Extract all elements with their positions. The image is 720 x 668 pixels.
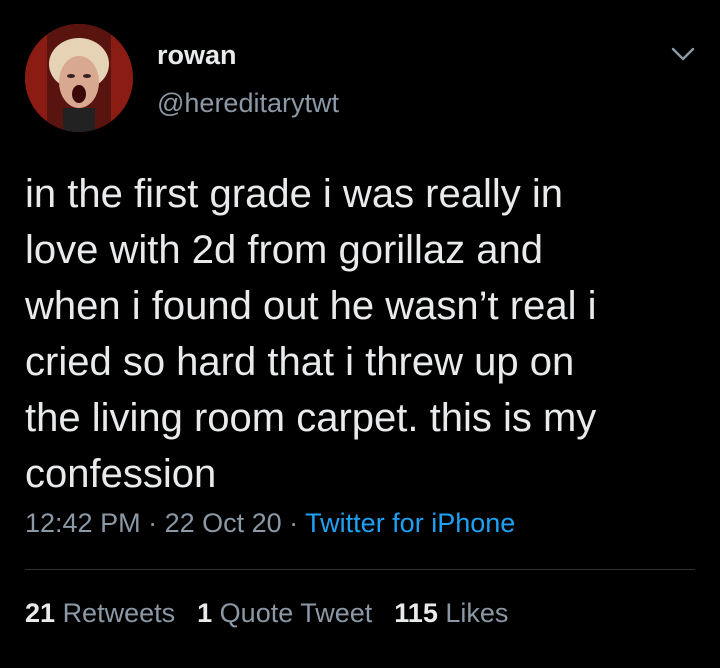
- avatar[interactable]: [25, 24, 133, 132]
- display-name[interactable]: rowan: [157, 40, 237, 71]
- tweet-source-link[interactable]: Twitter for iPhone: [305, 508, 515, 538]
- avatar-image: [25, 24, 133, 132]
- quotes-count: 1: [197, 598, 213, 628]
- quote-tweets-stat[interactable]: 1 Quote Tweet: [197, 598, 372, 628]
- likes-count: 115: [394, 598, 438, 628]
- tweet-time[interactable]: 12:42 PM: [25, 508, 141, 538]
- retweets-label: Retweets: [62, 598, 176, 628]
- meta-separator: ·: [140, 508, 165, 538]
- meta-separator: ·: [281, 508, 306, 538]
- user-handle[interactable]: @hereditarytwt: [157, 88, 339, 119]
- likes-stat[interactable]: 115 Likes: [394, 598, 508, 628]
- quotes-label: Quote Tweet: [219, 598, 373, 628]
- tweet-card: rowan @hereditarytwt in the first grade …: [0, 0, 720, 668]
- tweet-meta: 12:42 PM · 22 Oct 20 · Twitter for iPhon…: [25, 508, 515, 539]
- tweet-date[interactable]: 22 Oct 20: [165, 508, 282, 538]
- divider: [25, 569, 695, 570]
- chevron-down-icon[interactable]: [670, 44, 696, 64]
- likes-label: Likes: [445, 598, 509, 628]
- retweets-count: 21: [25, 598, 56, 628]
- tweet-text: in the first grade i was really in love …: [25, 172, 597, 496]
- retweets-stat[interactable]: 21 Retweets: [25, 598, 175, 628]
- engagement-stats: 21 Retweets 1 Quote Tweet 115 Likes: [25, 598, 508, 629]
